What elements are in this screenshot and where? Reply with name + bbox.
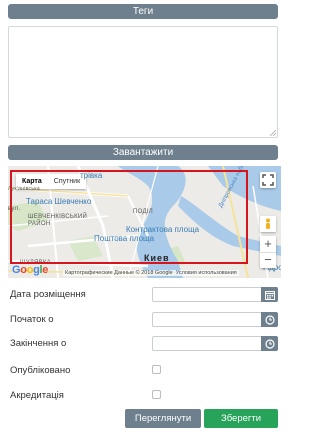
save-button[interactable]: Зберегти bbox=[204, 409, 278, 428]
map-label-kontraktova: Контрактова площа bbox=[126, 225, 200, 234]
map-label-trivka: трівка bbox=[80, 171, 103, 180]
map-label-lukianivska: Лук'янівська bbox=[8, 186, 40, 192]
calendar-icon bbox=[264, 290, 275, 300]
zoom-in-button[interactable]: + bbox=[260, 236, 276, 252]
end-time-input[interactable] bbox=[152, 336, 262, 351]
accreditation-label: Акредитація bbox=[10, 390, 64, 401]
clock-icon bbox=[264, 338, 275, 349]
map-label-street: вул. bbox=[8, 206, 21, 212]
map-label-podil: ПОДІЛ bbox=[133, 209, 154, 215]
calendar-button[interactable] bbox=[261, 287, 278, 302]
tags-section-header: Теги bbox=[8, 4, 278, 19]
clock-icon bbox=[264, 314, 275, 325]
fullscreen-icon bbox=[262, 174, 274, 186]
map-copyright: Картографические Данные © 2018 Google Ус… bbox=[63, 270, 239, 276]
end-time-clock-button[interactable] bbox=[261, 336, 278, 351]
zoom-out-button[interactable]: − bbox=[260, 252, 276, 269]
date-posted-label: Дата розміщення bbox=[10, 289, 86, 300]
published-label: Опубліковано bbox=[10, 365, 71, 376]
map-label-poshtova: Поштова площа bbox=[94, 234, 155, 243]
accreditation-row: Акредитація bbox=[8, 388, 278, 404]
start-time-row: Початок о bbox=[8, 312, 278, 328]
start-time-label: Початок о bbox=[10, 314, 54, 325]
resize-grip-icon[interactable] bbox=[270, 130, 276, 136]
date-posted-row: Дата розміщення bbox=[8, 287, 278, 303]
fullscreen-button[interactable] bbox=[260, 172, 276, 188]
map-terms-link[interactable]: Условия использования bbox=[176, 270, 237, 276]
location-map[interactable]: Карта Спутник трівка Тараса Шевченко ШЕВ… bbox=[8, 166, 281, 278]
accreditation-checkbox[interactable] bbox=[152, 390, 161, 399]
map-label-city: Киев bbox=[144, 253, 170, 263]
tags-textarea[interactable] bbox=[8, 26, 278, 138]
google-logo: Google bbox=[12, 264, 49, 276]
end-time-row: Закінчення о bbox=[8, 336, 278, 352]
start-time-input[interactable] bbox=[152, 312, 262, 327]
published-row: Опубліковано bbox=[8, 363, 278, 379]
map-label-district: ШЕВЧЕНКІВСЬКИЙ РАЙОН bbox=[28, 214, 88, 227]
pegman-icon bbox=[266, 218, 270, 229]
date-posted-input[interactable] bbox=[152, 287, 262, 302]
end-time-label: Закінчення о bbox=[10, 338, 67, 349]
zoom-control: + − bbox=[260, 236, 276, 268]
start-time-clock-button[interactable] bbox=[261, 312, 278, 327]
map-label-tarasa: Тараса Шевченко bbox=[26, 197, 92, 206]
upload-button[interactable]: Завантажити bbox=[8, 145, 278, 160]
published-checkbox[interactable] bbox=[152, 365, 161, 374]
street-view-pegman[interactable] bbox=[260, 216, 276, 232]
preview-button[interactable]: Переглянути bbox=[125, 409, 201, 428]
